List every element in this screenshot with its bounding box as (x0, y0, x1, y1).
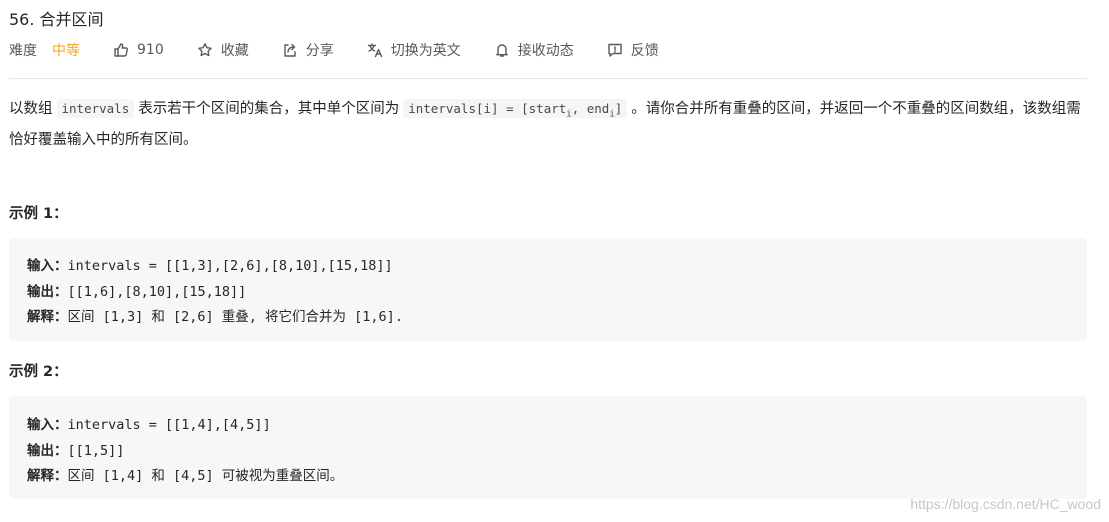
inline-code-intervals: intervals (56, 99, 135, 118)
feedback-label: 反馈 (630, 43, 659, 59)
switch-language-label: 切换为英文 (390, 43, 461, 59)
example-2-code-block: 输入：intervals = [[1,4],[4,5]] 输出：[[1,5]] … (9, 396, 1087, 499)
favorite-label: 收藏 (220, 43, 249, 59)
switch-language-button[interactable]: 切换为英文 (367, 40, 461, 60)
example-2-input-line: 输入：intervals = [[1,4],[4,5]] (27, 417, 271, 433)
divider (9, 78, 1087, 79)
description-text-1: 以数组 (9, 101, 53, 117)
description-text-2: 表示若干个区间的集合，其中单个区间为 (138, 101, 400, 117)
example-2-title: 示例 2： (9, 364, 68, 380)
difficulty-label: 难度 (9, 43, 37, 59)
example-1-explain-line: 解释：区间 [1,3] 和 [2,6] 重叠, 将它们合并为 [1,6]. (27, 309, 403, 325)
inline-code-interval-def: intervals[i] = [starti, endi] (403, 99, 628, 120)
notifications-label: 接收动态 (517, 43, 574, 59)
feedback-icon (608, 43, 622, 57)
problem-title: 56. 合并区间 (9, 10, 104, 29)
example-1-title: 示例 1： (9, 206, 68, 222)
star-icon (197, 43, 212, 57)
problem-meta-bar: 难度 中等 910 收藏 分享 切换为英文 接收动态 反馈 (9, 38, 692, 62)
feedback-button[interactable]: 反馈 (607, 40, 659, 60)
example-1-input-line: 输入：intervals = [[1,3],[2,6],[8,10],[15,1… (27, 258, 393, 274)
watermark: https://blog.csdn.net/HC_wood (910, 496, 1101, 512)
example-1-code-block: 输入：intervals = [[1,3],[2,6],[8,10],[15,1… (9, 238, 1087, 341)
example-2-explain-line: 解释：区间 [1,4] 和 [4,5] 可被视为重叠区间。 (27, 468, 344, 484)
like-button[interactable]: 910 (113, 42, 164, 58)
translate-icon (367, 43, 382, 58)
notifications-button[interactable]: 接收动态 (494, 40, 574, 60)
example-1-output-line: 输出：[[1,6],[8,10],[15,18]] (27, 284, 247, 300)
share-button[interactable]: 分享 (282, 40, 334, 60)
problem-description: 以数组 intervals 表示若干个区间的集合，其中单个区间为 intervals[… (9, 96, 1094, 153)
favorite-button[interactable]: 收藏 (197, 40, 249, 60)
difficulty-badge: 中等 (52, 43, 80, 59)
share-icon (284, 43, 296, 57)
share-label: 分享 (305, 43, 334, 59)
example-2-output-line: 输出：[[1,5]] (27, 443, 125, 459)
bell-icon (495, 44, 508, 57)
thumbs-up-icon (114, 43, 129, 57)
like-count: 910 (137, 42, 164, 58)
